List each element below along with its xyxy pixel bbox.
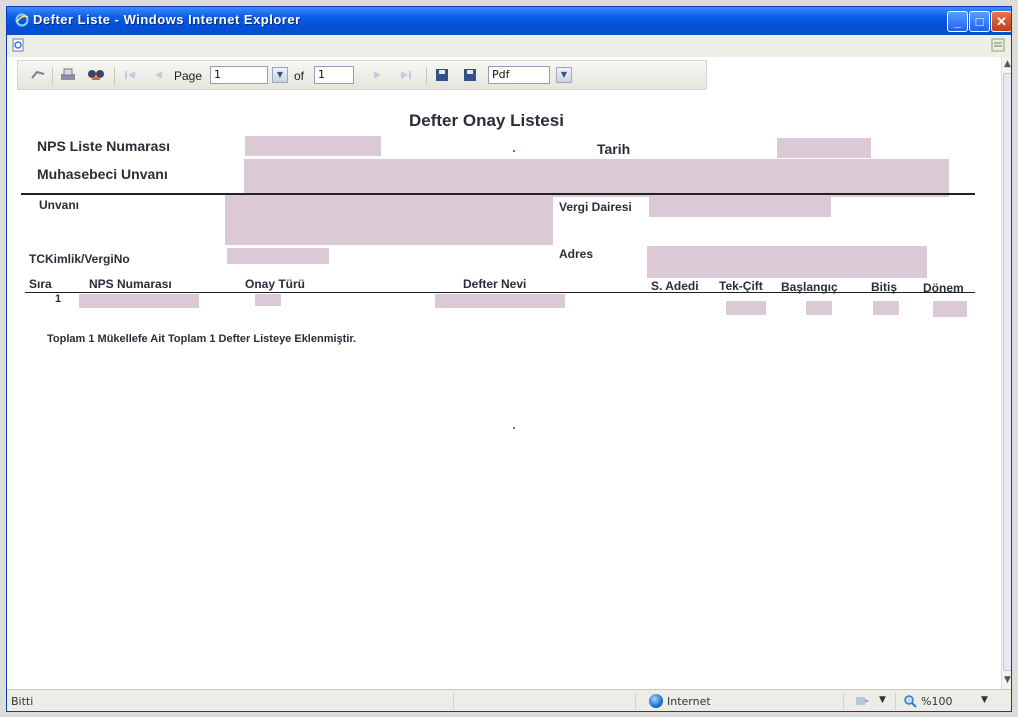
table-row-bitis-redacted [873,301,899,315]
page-icon [12,38,24,52]
protected-mode-icon[interactable] [853,694,871,708]
status-divider [843,693,844,710]
content-area: Page 1 ▼ of 1 Pdf ▼ Defter Onay Listesi … [7,57,1001,689]
ie-icon [15,13,29,27]
table-row-donem-redacted [933,301,967,317]
nps-liste-value-redacted [245,136,381,156]
table-row-sira: 1 [55,293,62,305]
column-header-onay-turu: Onay Türü [245,277,306,291]
status-text: Bitti [11,695,34,708]
status-bar: Bitti Internet ▼ %100 ▼ [7,689,1011,711]
close-button[interactable]: ✕ [991,11,1011,32]
zoom-icon[interactable] [903,694,917,708]
minimize-button[interactable]: _ [947,11,968,32]
chevron-down-icon[interactable]: ▼ [879,695,886,705]
unvan-label: Unvanı [39,198,80,212]
browser-window: Defter Liste - Windows Internet Explorer… [6,6,1012,712]
muhasebeci-value-redacted [244,159,949,197]
column-header-s-adedi: S. Adedi [651,279,699,293]
speck [513,427,515,429]
close-icon: ✕ [996,14,1007,29]
status-divider [635,693,636,710]
speck [513,150,515,152]
tckimlik-label: TCKimlik/VergiNo [29,252,130,266]
nps-liste-label: NPS Liste Numarası [37,138,171,154]
status-divider [453,693,454,710]
tarih-value-redacted [777,138,871,158]
zone-text: Internet [667,695,711,708]
column-header-sira: Sıra [29,277,52,291]
report-body: Defter Onay Listesi NPS Liste Numarası T… [7,57,1001,689]
column-header-tek-cift: Tek-Çift [719,279,763,293]
status-divider [895,693,896,710]
vergi-dairesi-label: Vergi Dairesi [559,200,632,214]
scroll-down-icon[interactable]: ▼ [1002,673,1011,687]
scroll-thumb[interactable] [1003,73,1011,671]
globe-icon [649,694,663,708]
column-header-nps-numarasi: NPS Numarası [89,277,172,291]
report-title: Defter Onay Listesi [409,111,564,130]
column-header-defter-nevi: Defter Nevi [463,277,527,291]
table-row-defter-nevi-redacted [435,294,565,308]
muhasebeci-label: Muhasebeci Unvanı [37,166,168,182]
tckimlik-value-redacted [227,248,329,264]
zoom-level[interactable]: %100 [921,695,952,708]
vertical-scrollbar[interactable]: ▲ ▼ [1001,57,1011,689]
adres-value-redacted [647,246,927,278]
vergi-dairesi-value-redacted [649,197,831,217]
scroll-up-icon[interactable]: ▲ [1002,57,1011,71]
maximize-button[interactable]: □ [969,11,990,32]
minimize-icon: _ [953,14,962,29]
page-menu-icon[interactable] [991,38,1005,52]
window-title: Defter Liste - Windows Internet Explorer [33,12,301,27]
table-row-tek-cift-redacted [726,301,766,315]
table-row-baslangic-redacted [806,301,832,315]
adres-label: Adres [559,247,594,261]
page-bar [7,35,1011,58]
table-row-onay-turu-redacted [255,294,281,306]
tarih-label: Tarih [597,141,631,157]
title-bar: Defter Liste - Windows Internet Explorer… [7,7,1011,35]
summary-text: Toplam 1 Mükellefe Ait Toplam 1 Defter L… [47,333,357,345]
table-row-nps-numarasi-redacted [79,294,199,308]
table-header-rule [25,292,975,293]
maximize-icon: □ [975,14,984,29]
unvan-value-redacted [225,195,553,245]
chevron-down-icon[interactable]: ▼ [981,695,988,705]
